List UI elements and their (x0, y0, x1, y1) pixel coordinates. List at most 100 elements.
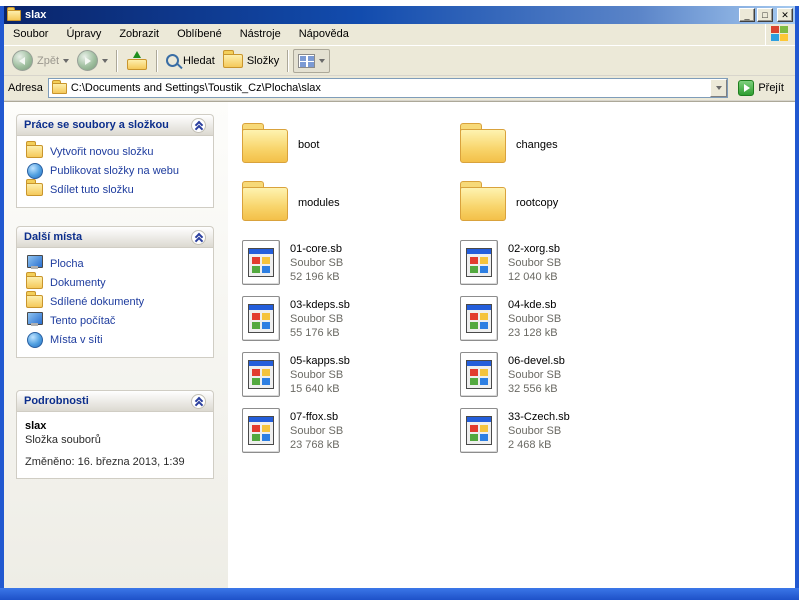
address-bar: Adresa C:\Documents and Settings\Toustik… (4, 76, 795, 101)
file-name: 04-kde.sb (508, 298, 561, 312)
go-button[interactable]: Přejít (733, 78, 789, 98)
details-folder-type: Složka souborů (25, 434, 205, 446)
file-tile[interactable]: 07-ffox.sb Soubor SB 23 768 kB (242, 408, 460, 464)
sb-file-icon (460, 352, 498, 397)
toolbar-separator (116, 50, 118, 72)
file-name: 03-kdeps.sb (290, 298, 350, 312)
back-button[interactable]: Zpět (8, 48, 73, 74)
task-label: Sdílet tuto složku (50, 184, 134, 196)
menu-item[interactable]: Soubor (4, 24, 57, 45)
file-tile[interactable]: 01-core.sb Soubor SB 52 196 kB (242, 240, 460, 296)
folder-icon (460, 187, 506, 221)
task-label: Vytvořit novou složku (50, 146, 154, 158)
place-link[interactable]: Dokumenty (24, 273, 209, 292)
menu-item[interactable]: Úpravy (57, 24, 110, 45)
folder-name: boot (298, 138, 319, 152)
folder-tile[interactable]: boot (242, 116, 460, 174)
search-icon (166, 54, 179, 67)
file-tile[interactable]: 33-Czech.sb Soubor SB 2 468 kB (460, 408, 678, 464)
folder-tile[interactable]: rootcopy (460, 174, 678, 232)
folder-icon (242, 187, 288, 221)
forward-icon (77, 50, 98, 71)
back-dropdown-icon[interactable] (63, 59, 69, 63)
place-link[interactable]: Plocha (24, 254, 209, 273)
file-tile[interactable]: 02-xorg.sb Soubor SB 12 040 kB (460, 240, 678, 296)
task-link[interactable]: Sdílet tuto složku (24, 180, 209, 199)
file-tile[interactable]: 06-devel.sb Soubor SB 32 556 kB (460, 352, 678, 408)
place-link[interactable]: Tento počítač (24, 311, 209, 330)
address-label: Adresa (8, 82, 43, 94)
sb-file-icon (460, 296, 498, 341)
explorer-window: slax _ □ ✕ Soubor Úpravy Zobrazit Oblíbe… (0, 6, 799, 588)
file-size: 23 128 kB (508, 326, 561, 340)
minimize-button[interactable]: _ (739, 8, 755, 22)
maximize-button[interactable]: □ (757, 8, 773, 22)
folders-button[interactable]: Složky (219, 48, 283, 74)
place-label: Dokumenty (50, 277, 106, 289)
main-area: Práce se soubory a složkou Vytvořit novo… (4, 101, 795, 588)
place-link[interactable]: Místa v síti (24, 330, 209, 349)
task-link[interactable]: Vytvořit novou složku (24, 142, 209, 161)
folders-label: Složky (247, 55, 279, 67)
file-tile[interactable]: 04-kde.sb Soubor SB 23 128 kB (460, 296, 678, 352)
task-pane: Práce se soubory a složkou Vytvořit novo… (4, 102, 228, 588)
panel-file-tasks: Práce se soubory a složkou Vytvořit novo… (16, 114, 214, 208)
desktop-icon (26, 257, 43, 270)
folder-tile[interactable]: changes (460, 116, 678, 174)
address-dropdown-button[interactable] (710, 79, 727, 97)
address-input[interactable]: C:\Documents and Settings\Toustik_Cz\Plo… (48, 78, 728, 98)
forward-dropdown-icon[interactable] (102, 59, 108, 63)
details-folder-name: slax (25, 420, 205, 432)
folder-tile[interactable]: modules (242, 174, 460, 232)
file-size: 12 040 kB (508, 270, 561, 284)
sb-file-icon (460, 408, 498, 453)
menu-item[interactable]: Nápověda (290, 24, 358, 45)
up-button[interactable] (122, 48, 152, 74)
file-size: 55 176 kB (290, 326, 350, 340)
views-dropdown-icon[interactable] (319, 59, 325, 63)
other-places-header[interactable]: Další místa (16, 226, 214, 247)
file-tile[interactable]: 03-kdeps.sb Soubor SB 55 176 kB (242, 296, 460, 352)
windows-logo-box (765, 24, 795, 45)
folder-name: changes (516, 138, 558, 152)
file-size: 23 768 kB (290, 438, 343, 452)
toolbar-separator (156, 50, 158, 72)
collapse-chevron-icon[interactable] (191, 118, 206, 133)
file-tasks-header[interactable]: Práce se soubory a složkou (16, 114, 214, 135)
file-tasks-title: Práce se soubory a složkou (24, 119, 169, 131)
taskbar[interactable] (0, 588, 799, 600)
go-label: Přejít (758, 82, 784, 94)
menu-bar: Soubor Úpravy Zobrazit Oblíbené Nástroje… (4, 24, 795, 46)
details-modified-date: Změněno: 16. března 2013, 1:39 (25, 456, 205, 468)
back-label: Zpět (37, 55, 59, 67)
place-label: Sdílené dokumenty (50, 296, 144, 308)
views-button[interactable] (293, 49, 330, 73)
menu-item[interactable]: Oblíbené (168, 24, 231, 45)
sb-file-icon (242, 240, 280, 285)
file-type: Soubor SB (508, 312, 561, 326)
place-link[interactable]: Sdílené dokumenty (24, 292, 209, 311)
close-button[interactable]: ✕ (777, 8, 793, 22)
folder-icon (242, 129, 288, 163)
details-header[interactable]: Podrobnosti (16, 390, 214, 411)
file-size: 32 556 kB (508, 382, 565, 396)
file-type: Soubor SB (508, 368, 565, 382)
panel-other-places: Další místa Plocha (16, 226, 214, 358)
folder-icon (460, 129, 506, 163)
search-button[interactable]: Hledat (162, 48, 219, 74)
file-list: boot changes modules (228, 102, 795, 588)
new-folder-icon (26, 145, 43, 158)
file-type: Soubor SB (290, 368, 350, 382)
collapse-chevron-icon[interactable] (191, 394, 206, 409)
share-icon (26, 183, 43, 196)
go-arrow-icon (738, 80, 754, 96)
file-tile[interactable]: 05-kapps.sb Soubor SB 15 640 kB (242, 352, 460, 408)
screen: slax _ □ ✕ Soubor Úpravy Zobrazit Oblíbe… (0, 0, 799, 600)
task-link[interactable]: Publikovat složky na webu (24, 161, 209, 180)
menu-item[interactable]: Zobrazit (110, 24, 168, 45)
forward-button[interactable] (73, 48, 112, 74)
title-bar[interactable]: slax _ □ ✕ (4, 6, 795, 24)
place-label: Tento počítač (50, 315, 115, 327)
collapse-chevron-icon[interactable] (191, 230, 206, 245)
menu-item[interactable]: Nástroje (231, 24, 290, 45)
